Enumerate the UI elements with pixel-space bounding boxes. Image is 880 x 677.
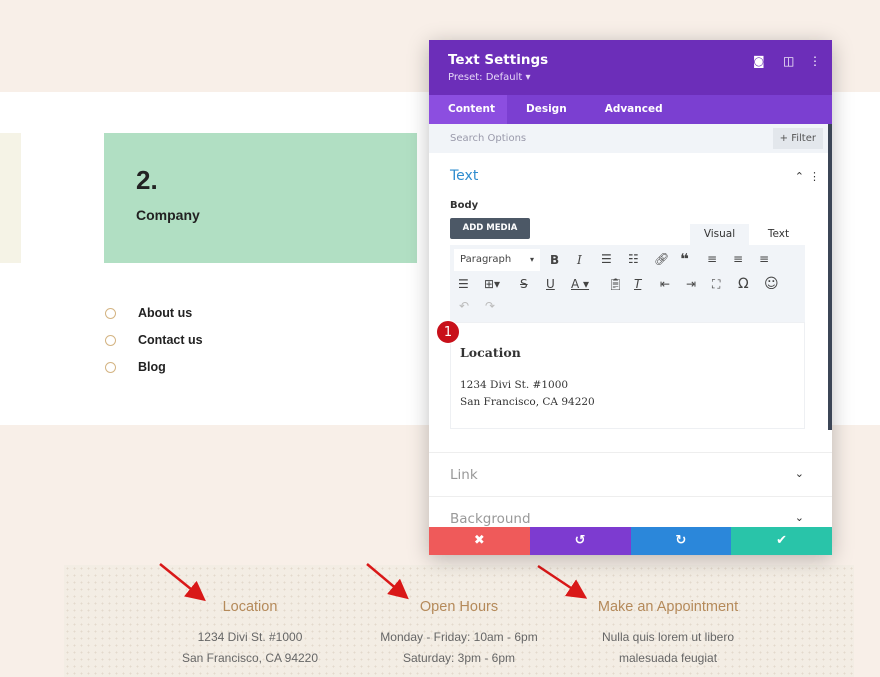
section-label: Background [450, 511, 531, 527]
outdent-icon[interactable]: ⇤ [660, 277, 670, 291]
undo-icon[interactable]: ↶ [459, 299, 469, 313]
filter-button[interactable]: + Filter [772, 128, 823, 149]
modal-tabs: Content Design Advanced [429, 95, 832, 124]
indent-icon[interactable]: ⇥ [686, 277, 696, 291]
align-right-icon[interactable]: ≡ [759, 252, 769, 266]
emoji-icon[interactable]: ☺ [764, 276, 779, 292]
bullet-list-icon[interactable]: ☰ [601, 252, 612, 266]
paragraph-label: Paragraph [460, 254, 512, 265]
search-input[interactable]: Search Options + Filter [429, 124, 832, 153]
text-settings-modal: Text Settings Preset: Default ▾ ◙ ◫ ⋮ Co… [429, 40, 832, 555]
table-icon[interactable]: ⊞▾ [484, 277, 500, 291]
paragraph-select[interactable]: Paragraph ▾ [454, 249, 540, 271]
body-label: Body [450, 200, 479, 211]
editor-heading: Location [460, 345, 521, 360]
save-button[interactable]: ✔ [731, 527, 832, 555]
paste-text-icon[interactable]: 📋︎ [608, 277, 623, 291]
editor-line: San Francisco, CA 94220 [460, 396, 595, 408]
editor-mode-tabs: Visual Text [690, 224, 808, 245]
redo-button[interactable]: ↻ [630, 527, 732, 555]
align-center-icon[interactable]: ≡ [733, 252, 743, 266]
arrow-icon [366, 563, 409, 600]
tab-visual[interactable]: Visual [690, 224, 749, 245]
add-media-button[interactable]: ADD MEDIA [450, 218, 530, 239]
arrow-icon [159, 563, 206, 602]
clear-format-icon[interactable]: T [634, 277, 641, 291]
justify-icon[interactable]: ☰ [458, 277, 469, 291]
step-badge: 1 [436, 320, 460, 344]
editor-toolbar: Paragraph ▾ B I ☰ ☷ 🔗︎ ❝ ≡ ≡ ≡ ☰ ⊞▾ S U A… [450, 245, 805, 322]
section-link[interactable]: Link ⌄ [429, 452, 832, 496]
tab-design[interactable]: Design [507, 95, 586, 124]
tab-content[interactable]: Content [429, 95, 507, 124]
tab-advanced[interactable]: Advanced [586, 95, 682, 124]
modal-actions: ✖ ↺ ↻ ✔ [429, 527, 832, 555]
modal-title: Text Settings [448, 52, 549, 68]
section-text-title[interactable]: Text [450, 168, 478, 184]
focus-icon[interactable]: ◙ [753, 54, 765, 68]
split-view-icon[interactable]: ◫ [783, 54, 794, 68]
strikethrough-icon[interactable]: S [520, 277, 528, 291]
scrollbar[interactable] [828, 124, 832, 430]
section-label: Link [450, 467, 478, 483]
chevron-down-icon: ⌄ [794, 511, 804, 524]
modal-header: Text Settings Preset: Default ▾ ◙ ◫ ⋮ [429, 40, 832, 95]
text-color-icon[interactable]: A ▾ [571, 277, 589, 291]
undo-button[interactable]: ↺ [529, 527, 631, 555]
numbered-list-icon[interactable]: ☷ [628, 252, 639, 266]
fullscreen-icon[interactable]: ⛶ [712, 277, 720, 292]
tab-text[interactable]: Text [749, 224, 808, 245]
search-placeholder: Search Options [450, 133, 527, 144]
special-character-icon[interactable]: Ω [738, 276, 749, 292]
preset-dropdown[interactable]: Preset: Default ▾ [448, 72, 530, 83]
blockquote-icon[interactable]: ❝ [680, 250, 689, 268]
redo-icon[interactable]: ↷ [485, 299, 495, 313]
link-icon[interactable]: 🔗︎ [654, 252, 669, 266]
more-options-icon[interactable]: ⋮ [809, 170, 820, 183]
chevron-down-icon: ⌄ [794, 467, 804, 480]
editor-line: 1234 Divi St. #1000 [460, 379, 569, 391]
align-left-icon[interactable]: ≡ [707, 252, 717, 266]
italic-icon[interactable]: I [577, 253, 582, 267]
more-options-icon[interactable]: ⋮ [809, 54, 821, 68]
cancel-button[interactable]: ✖ [429, 527, 530, 555]
underline-icon[interactable]: U [546, 277, 555, 291]
bold-icon[interactable]: B [550, 253, 559, 267]
text-editor[interactable]: Location 1234 Divi St. #1000 San Francis… [450, 322, 805, 429]
arrow-icon [537, 564, 588, 599]
chevron-up-icon[interactable]: ⌃ [795, 170, 804, 183]
